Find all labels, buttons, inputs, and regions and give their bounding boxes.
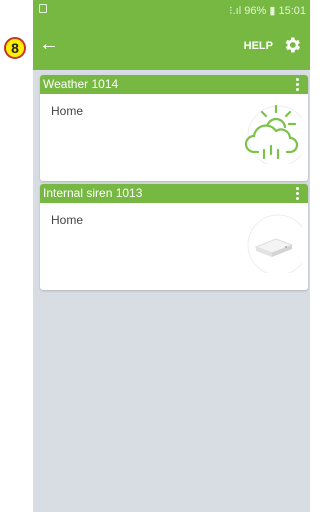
notification-icon xyxy=(39,4,47,13)
device-card-siren[interactable]: Internal siren 1013 Home xyxy=(40,184,308,290)
device-card-header: Internal siren 1013 xyxy=(40,184,308,203)
device-card-header: Weather 1014 xyxy=(40,75,308,94)
step-number-badge: 8 xyxy=(4,37,26,59)
device-name: Internal siren 1013 xyxy=(43,186,143,200)
siren-device-icon xyxy=(247,214,302,273)
device-card-weather[interactable]: Weather 1014 Home xyxy=(40,75,308,181)
status-right: ⁝.ıl 96% ▮ 15:01 xyxy=(229,4,306,17)
app-bar: ← HELP xyxy=(33,22,310,70)
clock: 15:01 xyxy=(278,5,306,17)
battery-icon: ▮ xyxy=(269,5,276,17)
more-options-icon[interactable] xyxy=(296,78,299,93)
phone-screen: ⁝.ıl 96% ▮ 15:01 ← HELP Weather 1014 Hom… xyxy=(33,0,310,512)
signal-icon: ⁝.ıl xyxy=(229,5,242,17)
battery-level: 96% xyxy=(244,5,267,17)
more-options-icon[interactable] xyxy=(296,187,299,202)
device-name: Weather 1014 xyxy=(43,77,119,91)
gear-icon[interactable] xyxy=(282,35,302,55)
status-bar: ⁝.ıl 96% ▮ 15:01 xyxy=(33,0,310,22)
device-location: Home xyxy=(51,213,84,227)
help-button[interactable]: HELP xyxy=(244,40,273,52)
device-card-body: Home xyxy=(40,203,308,290)
device-card-body: Home xyxy=(40,94,308,181)
device-location: Home xyxy=(51,104,84,118)
weather-cloud-sun-rain-icon xyxy=(244,104,302,164)
back-arrow-icon[interactable]: ← xyxy=(39,34,59,54)
